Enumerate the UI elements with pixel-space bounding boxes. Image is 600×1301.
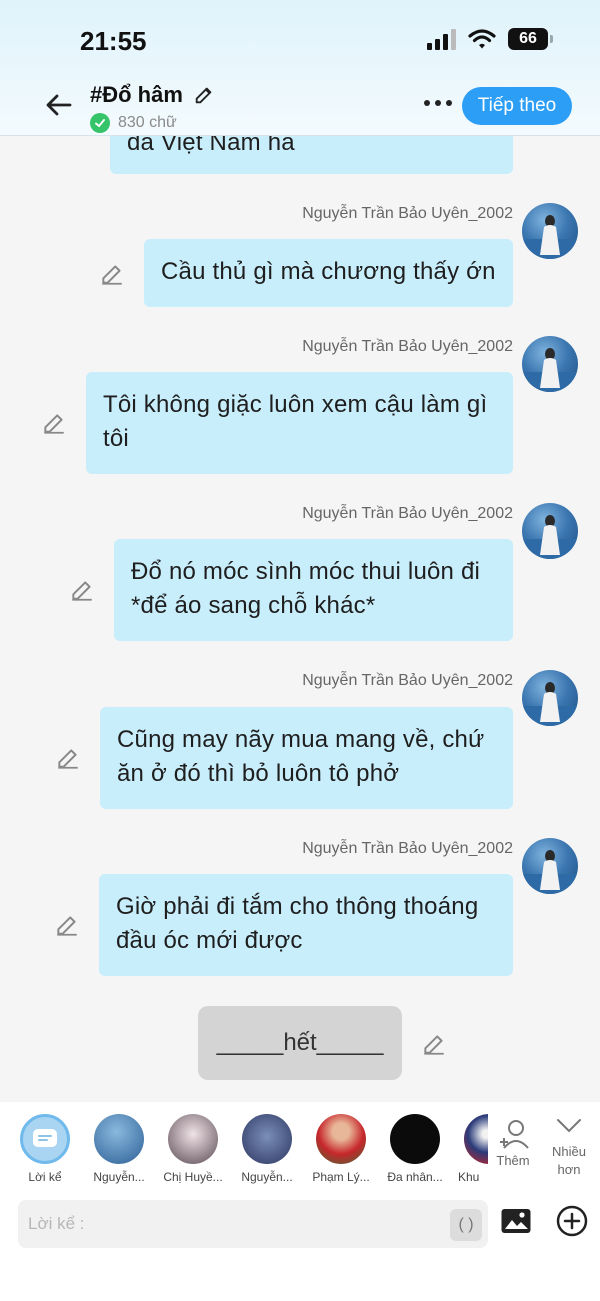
image-icon[interactable] <box>500 1206 532 1236</box>
sender-name: Nguyễn Trần Bảo Uyên_2002 <box>302 505 513 522</box>
avatar <box>94 1114 144 1164</box>
end-marker[interactable]: _____hết_____ <box>198 1006 402 1080</box>
character-narrator[interactable]: Lời kể <box>8 1114 82 1184</box>
character-bar: Lời kể Nguyễn... Chị Huyề... Nguyễn... P… <box>0 1102 600 1194</box>
avatar[interactable] <box>522 670 578 726</box>
story-title-row[interactable]: #Đổ hâm <box>90 82 215 108</box>
character-label: Nguyễn... <box>93 1170 145 1184</box>
avatar[interactable] <box>522 503 578 559</box>
chevron-down-icon <box>556 1119 581 1133</box>
avatar[interactable] <box>522 838 578 894</box>
message-bubble[interactable]: Đổ nó móc sình móc thui luôn đi *để áo s… <box>114 539 513 641</box>
sender-name: Nguyễn Trần Bảo Uyên_2002 <box>302 205 513 222</box>
sender-name: Nguyễn Trần Bảo Uyên_2002 <box>302 840 513 857</box>
character-item[interactable]: Đa nhân... <box>378 1114 452 1184</box>
character-item[interactable]: Khu <box>452 1114 488 1184</box>
back-arrow-icon[interactable] <box>42 88 76 122</box>
message-text: Cũng may nãy mua mang về, chứ ăn ở đó th… <box>117 726 485 787</box>
chat-area[interactable]: đá Việt Nam hả Nguyễn Trần Bảo Uyên_2002… <box>0 0 600 1100</box>
avatar[interactable] <box>522 336 578 392</box>
next-button[interactable]: Tiếp theo <box>462 87 572 125</box>
sender-name: Nguyễn Trần Bảo Uyên_2002 <box>302 672 513 689</box>
wifi-icon <box>468 29 496 49</box>
message-text: Cầu thủ gì mà chương thấy ớn <box>161 258 496 285</box>
message-bubble[interactable]: Giờ phải đi tắm cho thông thoáng đầu óc … <box>99 874 513 976</box>
status-icons: 66 <box>427 28 553 50</box>
character-label: Đa nhân... <box>387 1170 443 1184</box>
edit-icon[interactable] <box>69 577 95 603</box>
character-label: Nguyễn... <box>241 1170 293 1184</box>
edit-title-icon[interactable] <box>193 84 215 106</box>
plus-icon[interactable] <box>555 1204 589 1238</box>
story-header: #Đổ hâm 830 chữ <box>90 82 215 133</box>
narration-input[interactable] <box>18 1200 488 1248</box>
avatar <box>390 1114 440 1164</box>
avatar <box>168 1114 218 1164</box>
end-text: _____hết_____ <box>216 1029 384 1056</box>
avatar <box>464 1114 488 1164</box>
header-bar: 21:55 66 #Đổ hâm 830 chữ Tiếp theo <box>0 0 600 136</box>
character-item[interactable]: Nguyễn... <box>230 1114 304 1184</box>
narrator-icon <box>20 1114 70 1164</box>
character-label: Lời kể <box>28 1170 62 1184</box>
edit-icon[interactable] <box>55 745 81 771</box>
action-bracket-button[interactable]: ( ) <box>450 1209 482 1241</box>
status-time: 21:55 <box>80 26 147 56</box>
add-person-icon <box>500 1120 529 1149</box>
input-bar: ( ) <box>0 1194 600 1301</box>
expand-label: hơn <box>557 1162 581 1177</box>
edit-icon[interactable] <box>421 1031 447 1057</box>
character-item[interactable]: Phạm Lý... <box>304 1114 378 1184</box>
edit-icon[interactable] <box>54 912 80 938</box>
signal-icon <box>427 28 456 50</box>
edit-icon[interactable] <box>41 410 67 436</box>
sender-name: Nguyễn Trần Bảo Uyên_2002 <box>302 338 513 355</box>
expand-label: Nhiều <box>552 1144 586 1159</box>
character-item[interactable]: Nguyễn... <box>82 1114 156 1184</box>
word-count-row: 830 chữ <box>90 113 215 133</box>
character-item[interactable]: Chị Huyề... <box>156 1114 230 1184</box>
avatar <box>242 1114 292 1164</box>
add-character-label: Thêm <box>496 1153 530 1168</box>
story-title: #Đổ hâm <box>90 82 183 107</box>
more-options-icon[interactable] <box>418 94 458 112</box>
message-bubble[interactable]: Cầu thủ gì mà chương thấy ớn <box>144 239 513 307</box>
character-label: Khu <box>458 1170 480 1184</box>
message-bubble[interactable]: Tôi không giặc luôn xem cậu làm gì tôi <box>86 372 513 474</box>
message-bubble[interactable]: Cũng may nãy mua mang về, chứ ăn ở đó th… <box>100 707 513 809</box>
battery-icon: 66 <box>508 28 553 50</box>
message-text: Giờ phải đi tắm cho thông thoáng đầu óc … <box>116 893 479 954</box>
avatar[interactable] <box>522 203 578 259</box>
edit-icon[interactable] <box>99 261 125 287</box>
battery-level: 66 <box>519 30 537 47</box>
character-label: Phạm Lý... <box>312 1170 370 1184</box>
add-character-button[interactable]: Thêm <box>496 1118 530 1168</box>
expand-button[interactable]: Nhiều hơn <box>552 1116 586 1179</box>
word-count: 830 chữ <box>118 114 177 131</box>
message-text: Tôi không giặc luôn xem cậu làm gì tôi <box>103 391 488 452</box>
avatar <box>316 1114 366 1164</box>
message-text: Đổ nó móc sình móc thui luôn đi *để áo s… <box>131 558 481 619</box>
character-label: Chị Huyề... <box>163 1170 223 1184</box>
check-icon <box>90 113 110 133</box>
